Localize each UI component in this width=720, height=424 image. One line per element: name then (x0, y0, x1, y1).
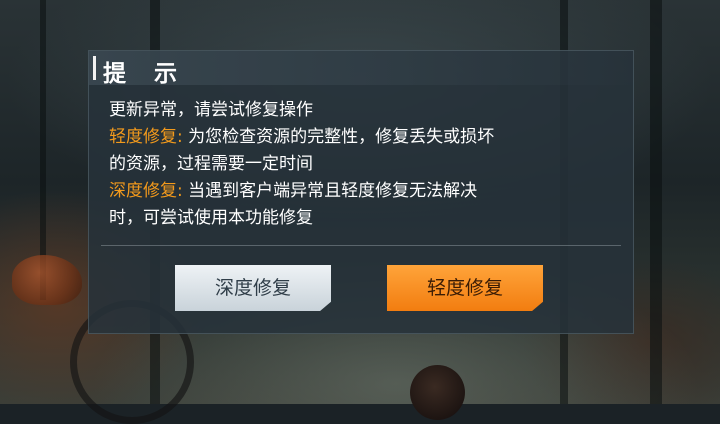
dialog-divider (101, 245, 621, 246)
title-accent-bar (93, 56, 96, 80)
motorcycle-tank (12, 255, 82, 305)
light-repair-button[interactable]: 轻度修复 (387, 265, 543, 311)
deep-repair-text-1: 当遇到客户端异常且轻度修复无法解决 (182, 181, 478, 201)
message-intro: 更新异常，请尝试修复操作 (109, 100, 313, 120)
deep-repair-description: 深度修复: 当遇到客户端异常且轻度修复无法解决 (109, 178, 621, 205)
deep-repair-label: 深度修复: (109, 181, 183, 201)
deep-repair-text-2: 时，可尝试使用本功能修复 (109, 208, 313, 228)
deep-repair-button[interactable]: 深度修复 (175, 265, 331, 311)
character-head (410, 365, 465, 420)
light-repair-description: 轻度修复: 为您检查资源的完整性，修复丢失或损坏 (109, 124, 621, 151)
dialog-message: 更新异常，请尝试修复操作 轻度修复: 为您检查资源的完整性，修复丢失或损坏 的资… (109, 97, 621, 232)
light-repair-text-1: 为您检查资源的完整性，修复丢失或损坏 (182, 127, 495, 147)
light-repair-text-2: 的资源，过程需要一定时间 (109, 154, 313, 174)
dialog-header: 提 示 (89, 51, 633, 87)
light-repair-label: 轻度修复: (109, 127, 183, 147)
background-tree (650, 0, 662, 404)
dialog-title: 提 示 (103, 61, 188, 87)
repair-prompt-dialog: 提 示 更新异常，请尝试修复操作 轻度修复: 为您检查资源的完整性，修复丢失或损… (88, 50, 634, 334)
